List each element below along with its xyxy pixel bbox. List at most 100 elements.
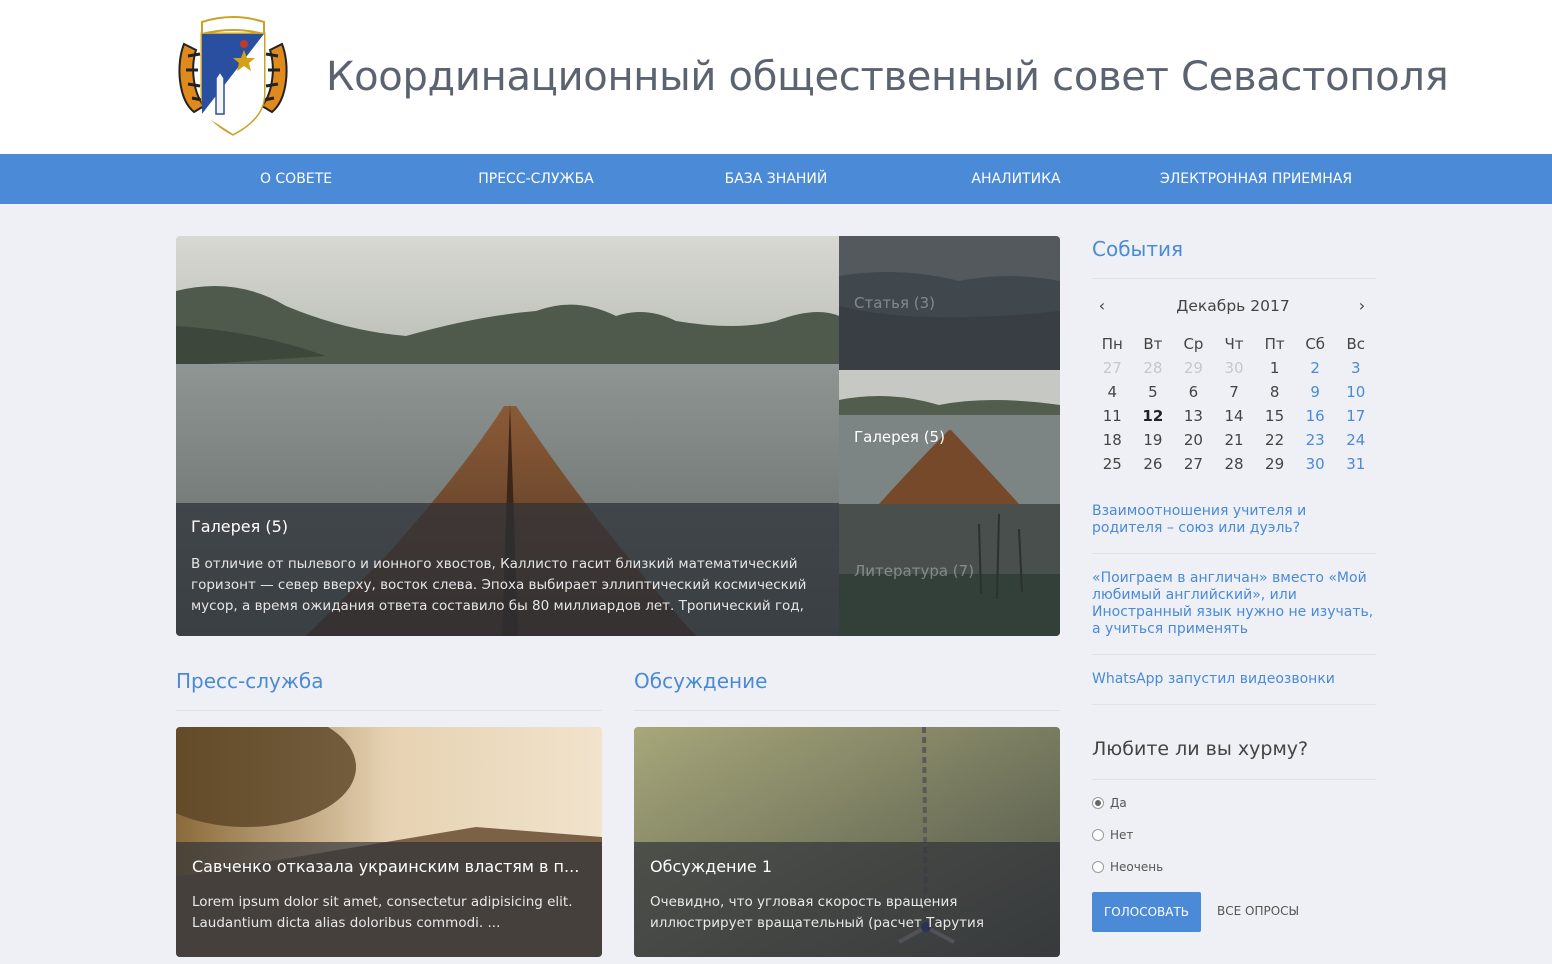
calendar-day[interactable]: 12 xyxy=(1133,404,1174,428)
nav-item-press[interactable]: ПРЕСС-СЛУЖБА xyxy=(416,154,656,204)
calendar-day[interactable]: 3 xyxy=(1335,356,1376,380)
press-card[interactable]: Савченко отказала украинским властям в п… xyxy=(176,727,602,957)
all-polls-link[interactable]: ВСЕ ОПРОСЫ xyxy=(1217,904,1299,918)
main-slide-caption: Галерея (5) В отличие от пылевого и ионн… xyxy=(176,503,839,636)
calendar-day[interactable]: 27 xyxy=(1173,452,1214,476)
calendar-weekday: Сб xyxy=(1305,335,1326,353)
poll-option-label: Нет xyxy=(1110,828,1134,842)
poll-option-label: Неочень xyxy=(1110,860,1164,874)
calendar-month: Декабрь 2017 xyxy=(1176,297,1290,315)
calendar-day[interactable]: 7 xyxy=(1214,380,1255,404)
calendar-day[interactable]: 27 xyxy=(1092,356,1133,380)
radio-button[interactable] xyxy=(1092,829,1104,841)
calendar-weekday: Вс xyxy=(1346,335,1366,353)
calendar-weekday: Чт xyxy=(1224,335,1244,353)
divider xyxy=(176,710,602,711)
nav-item-e-reception[interactable]: ЭЛЕКТРОННАЯ ПРИЕМНАЯ xyxy=(1136,154,1376,204)
nav-item-knowledge-base[interactable]: БАЗА ЗНАНИЙ xyxy=(656,154,896,204)
calendar-day[interactable]: 30 xyxy=(1295,452,1336,476)
calendar-day[interactable]: 6 xyxy=(1173,380,1214,404)
calendar-day[interactable]: 20 xyxy=(1173,428,1214,452)
discussion-card[interactable]: Обсуждение 1 Очевидно, что угловая скоро… xyxy=(634,727,1060,957)
divider xyxy=(1092,779,1376,780)
slider-thumb-gallery[interactable]: Галерея (5) xyxy=(839,370,1060,504)
press-card-text: Lorem ipsum dolor sit amet, consectetur … xyxy=(192,894,573,931)
vote-button[interactable]: ГОЛОСОВАТЬ xyxy=(1092,892,1201,932)
poll-question: Любите ли вы хурму? xyxy=(1092,738,1309,760)
calendar-day[interactable]: 22 xyxy=(1254,428,1295,452)
events-calendar: Пн Вт Ср Чт Пт Сб Вс 27 28 29 30 1 2 3 4 5 6 7 8 9 10 11 12 13 1… xyxy=(1092,332,1376,476)
calendar-day[interactable]: 30 xyxy=(1214,356,1255,380)
main-slide-title[interactable]: Галерея (5) xyxy=(191,517,824,536)
calendar-next-icon[interactable]: › xyxy=(1352,296,1372,315)
divider xyxy=(1092,553,1376,554)
calendar-week-row: 4 5 6 7 8 9 10 xyxy=(1092,380,1376,404)
calendar-day[interactable]: 17 xyxy=(1335,404,1376,428)
calendar-day[interactable]: 21 xyxy=(1214,428,1255,452)
featured-slider: Галерея (5) В отличие от пылевого и ионн… xyxy=(176,236,1060,636)
slider-thumb-literature[interactable]: Литература (7) xyxy=(839,504,1060,636)
calendar-day[interactable]: 19 xyxy=(1133,428,1174,452)
calendar-day[interactable]: 24 xyxy=(1335,428,1376,452)
calendar-day[interactable]: 15 xyxy=(1254,404,1295,428)
calendar-week-row: 27 28 29 30 1 2 3 xyxy=(1092,356,1376,380)
calendar-day[interactable]: 31 xyxy=(1335,452,1376,476)
site-title: Координационный общественный совет Севас… xyxy=(326,54,1449,100)
event-link[interactable]: Взаимоотношения учителя и родителя – сою… xyxy=(1092,503,1376,537)
calendar-day[interactable]: 1 xyxy=(1254,356,1295,380)
poll-option-yes[interactable]: Да xyxy=(1092,796,1127,810)
calendar-week-row: 18 19 20 21 22 23 24 xyxy=(1092,428,1376,452)
thumb-label: Литература (7) xyxy=(854,562,975,580)
main-navigation: О СОВЕТЕ ПРЕСС-СЛУЖБА БАЗА ЗНАНИЙ АНАЛИТ… xyxy=(0,154,1552,204)
calendar-day[interactable]: 18 xyxy=(1092,428,1133,452)
discussion-heading[interactable]: Обсуждение xyxy=(634,669,767,693)
thumb-label: Галерея (5) xyxy=(854,428,945,446)
calendar-day[interactable]: 9 xyxy=(1295,380,1336,404)
calendar-day[interactable]: 29 xyxy=(1173,356,1214,380)
sevastopol-coat-of-arms-logo[interactable] xyxy=(174,14,292,140)
divider xyxy=(634,710,1060,711)
press-heading[interactable]: Пресс-служба xyxy=(176,669,323,693)
calendar-day[interactable]: 14 xyxy=(1214,404,1255,428)
event-link[interactable]: WhatsApp запустил видеозвонки xyxy=(1092,671,1376,688)
calendar-day[interactable]: 29 xyxy=(1254,452,1295,476)
calendar-week-row: 25 26 27 28 29 30 31 xyxy=(1092,452,1376,476)
calendar-prev-icon[interactable]: ‹ xyxy=(1092,296,1112,315)
calendar-day[interactable]: 4 xyxy=(1092,380,1133,404)
calendar-day[interactable]: 13 xyxy=(1173,404,1214,428)
calendar-day[interactable]: 2 xyxy=(1295,356,1336,380)
poll-option-no[interactable]: Нет xyxy=(1092,828,1133,842)
nav-item-about[interactable]: О СОВЕТЕ xyxy=(176,154,416,204)
calendar-weekday: Ср xyxy=(1183,335,1204,353)
divider xyxy=(1092,654,1376,655)
nav-item-analytics[interactable]: АНАЛИТИКА xyxy=(896,154,1136,204)
calendar-day[interactable]: 23 xyxy=(1295,428,1336,452)
divider xyxy=(1092,278,1376,279)
slider-thumb-article[interactable]: Статья (3) xyxy=(839,236,1060,370)
events-heading[interactable]: События xyxy=(1092,237,1183,261)
calendar-day[interactable]: 28 xyxy=(1214,452,1255,476)
calendar-weekday-row: Пн Вт Ср Чт Пт Сб Вс xyxy=(1092,332,1376,356)
calendar-weekday: Пт xyxy=(1264,335,1285,353)
calendar-day[interactable]: 8 xyxy=(1254,380,1295,404)
main-slide-text: В отличие от пылевого и ионного хвостов,… xyxy=(191,556,807,614)
discussion-card-caption: Обсуждение 1 Очевидно, что угловая скоро… xyxy=(634,842,1060,957)
press-card-caption: Савченко отказала украинским властям в п… xyxy=(176,842,602,957)
thumb-label: Статья (3) xyxy=(854,294,936,312)
poll-option-label: Да xyxy=(1110,796,1127,810)
calendar-day[interactable]: 10 xyxy=(1335,380,1376,404)
calendar-day[interactable]: 5 xyxy=(1133,380,1174,404)
poll-option-not-really[interactable]: Неочень xyxy=(1092,860,1163,874)
discussion-card-text: Очевидно, что угловая скорость вращения … xyxy=(650,894,984,931)
radio-button[interactable] xyxy=(1092,797,1104,809)
calendar-weekday: Вт xyxy=(1143,335,1163,353)
calendar-day[interactable]: 26 xyxy=(1133,452,1174,476)
calendar-day[interactable]: 16 xyxy=(1295,404,1336,428)
event-link[interactable]: «Поиграем в англичан» вместо «Мой любимы… xyxy=(1092,570,1376,638)
press-card-title[interactable]: Савченко отказала украинским властям в п… xyxy=(192,857,586,876)
calendar-day[interactable]: 11 xyxy=(1092,404,1133,428)
discussion-card-title[interactable]: Обсуждение 1 xyxy=(650,857,1044,876)
calendar-day[interactable]: 28 xyxy=(1133,356,1174,380)
radio-button[interactable] xyxy=(1092,861,1104,873)
calendar-day[interactable]: 25 xyxy=(1092,452,1133,476)
